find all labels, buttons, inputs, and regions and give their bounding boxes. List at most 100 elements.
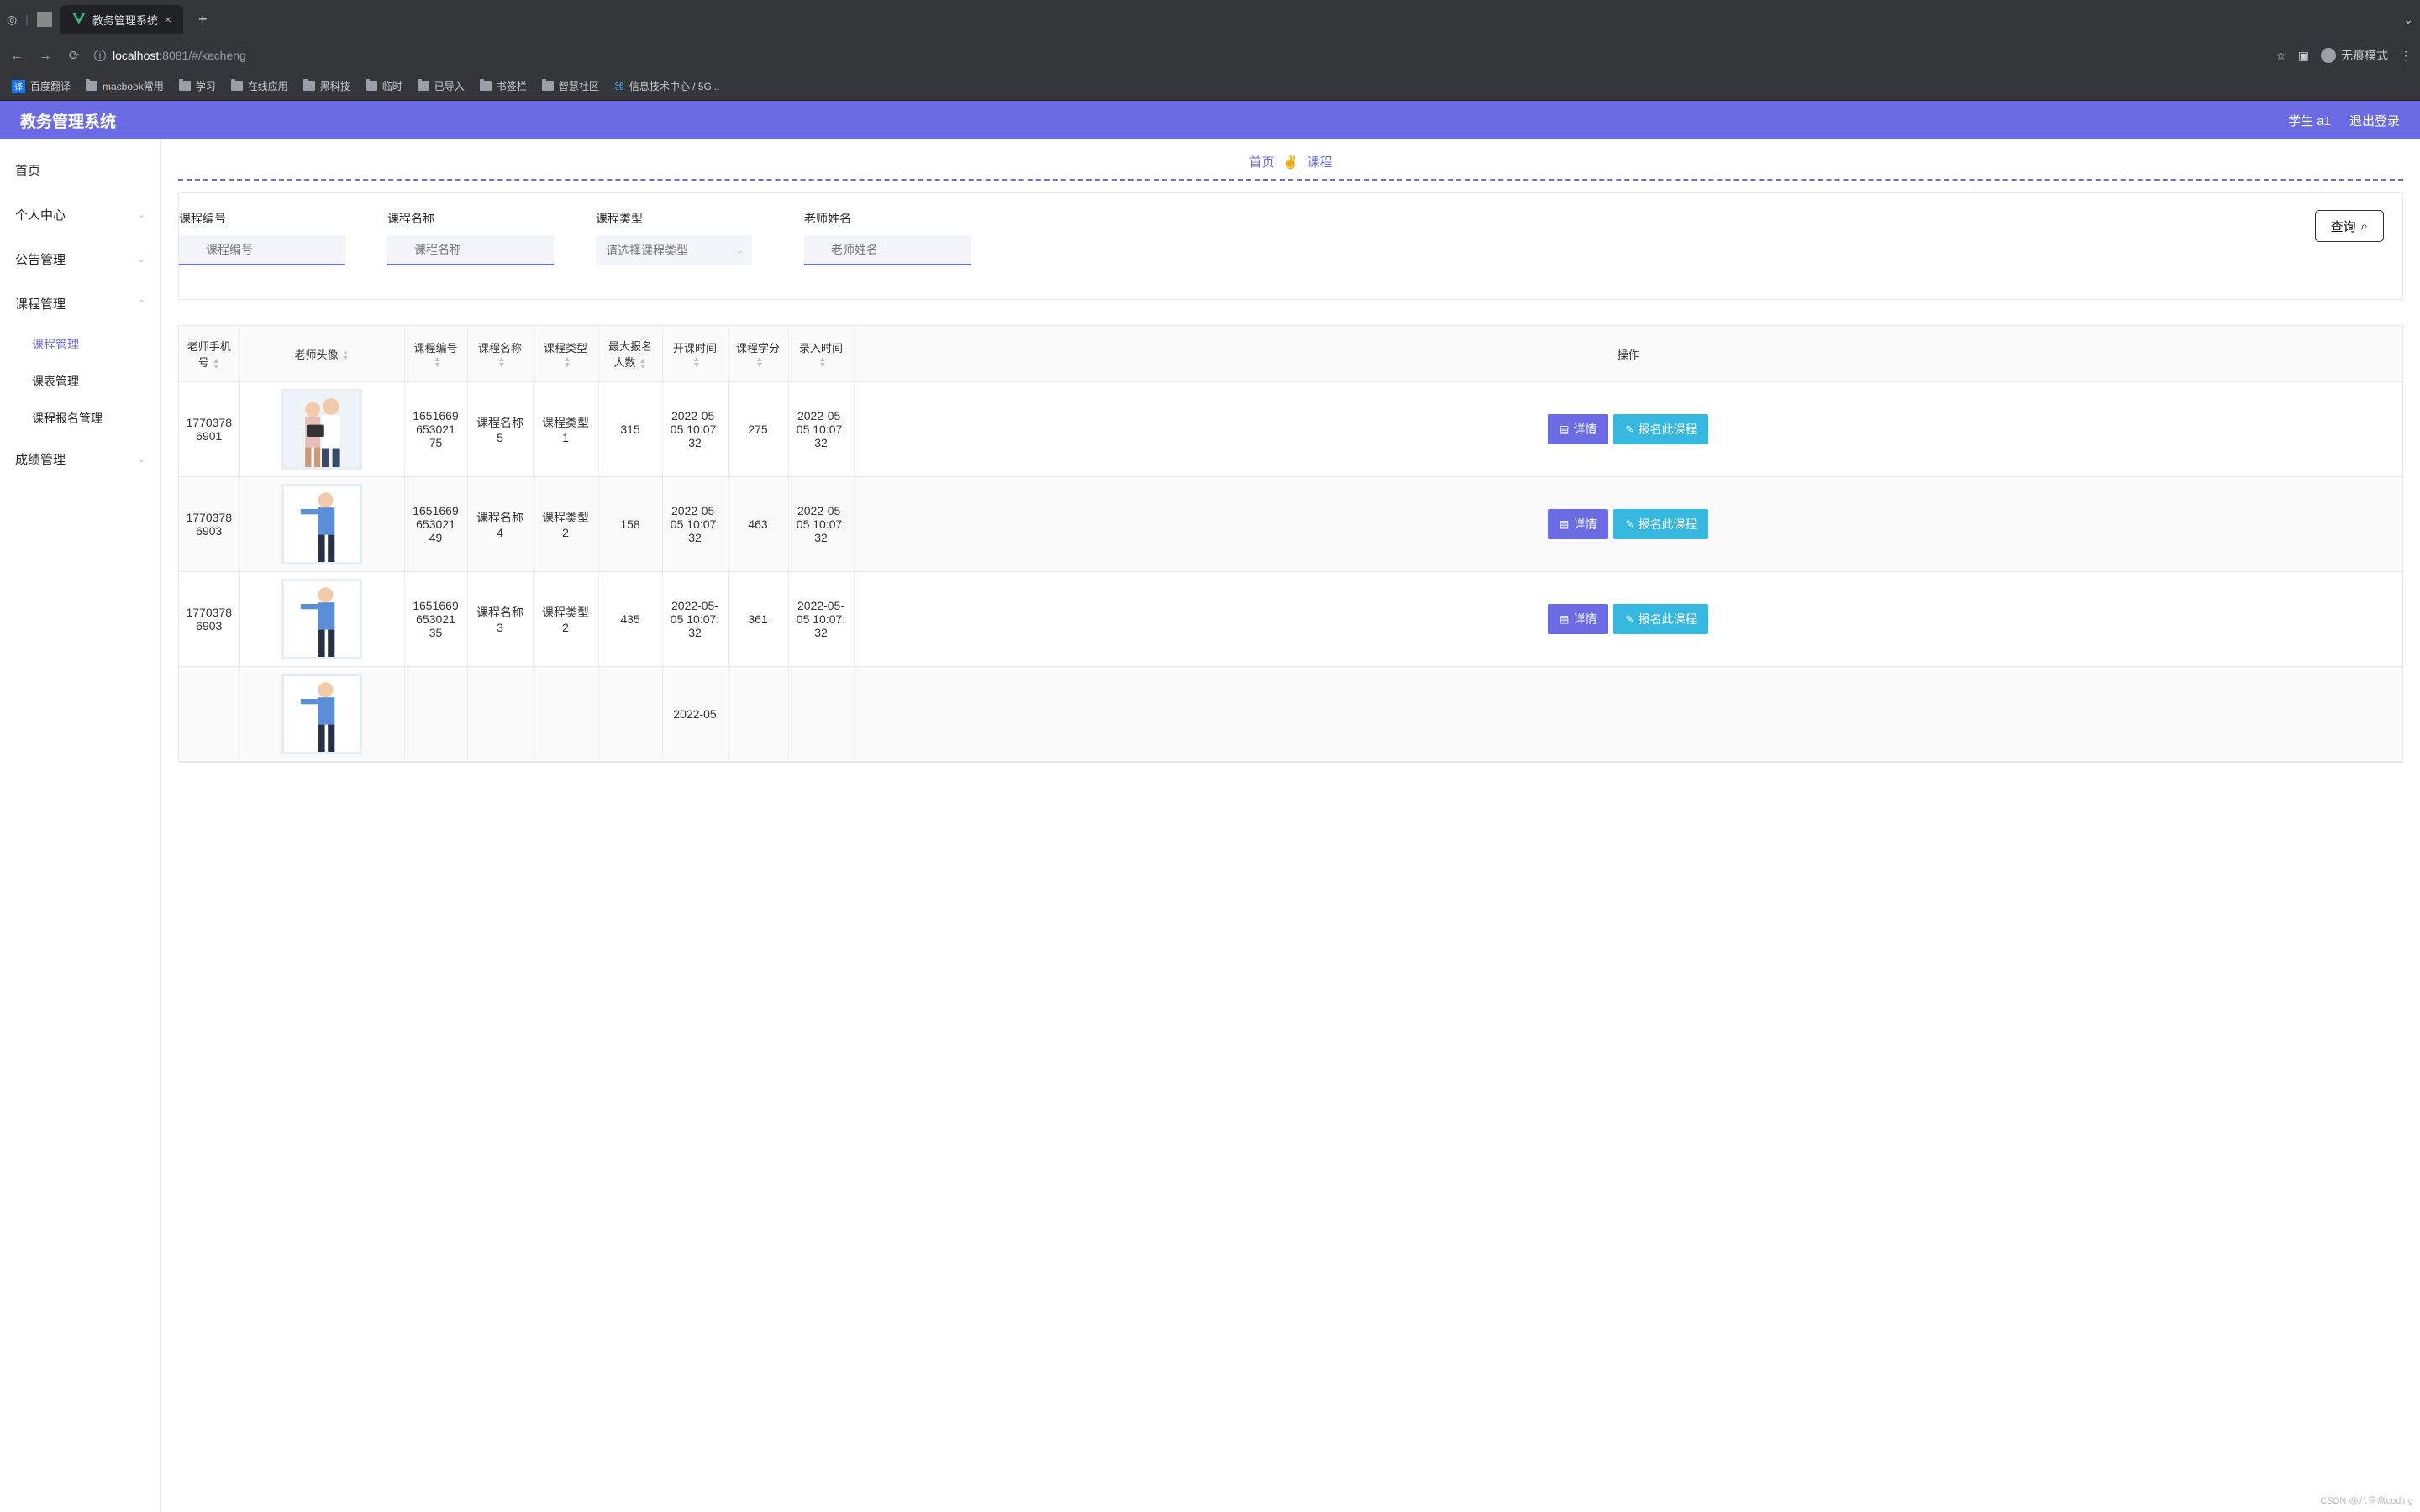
cell-name: 课程名称5 [467,382,533,477]
cell-phone: 17703786903 [179,477,239,572]
doc-icon: ▤ [1560,518,1569,530]
filter-code-input[interactable] [179,235,345,265]
forward-icon[interactable]: → [37,49,54,63]
cell-phone: 17703786901 [179,382,239,477]
cell-start: 2022-05-05 10:07:32 [662,477,728,572]
app-title: 教务管理系统 [20,109,116,132]
sidebar-item-notice[interactable]: 公告管理⌄ [0,237,160,281]
folder-icon [480,81,492,91]
detail-button[interactable]: ▤详情 [1548,509,1608,539]
bookmark-item[interactable]: 译百度翻译 [12,79,71,93]
th-name[interactable]: 课程名称 [467,326,533,382]
doc-icon: ▤ [1560,423,1569,435]
app-header: 教务管理系统 学生 a1 退出登录 [0,101,2420,139]
bookmark-item[interactable]: 书签栏 [480,79,527,93]
sort-icon [564,356,571,368]
cell-name: 课程名称4 [467,477,533,572]
reload-icon[interactable]: ⟳ [66,48,82,63]
th-avatar[interactable]: 老师头像 [239,326,404,382]
detail-button[interactable]: ▤详情 [1548,604,1608,634]
browser-tab[interactable]: 教务管理系统 × [60,5,183,34]
translate-icon: 译 [12,80,25,93]
filter-teacher-input[interactable] [804,235,971,265]
sort-icon [639,358,647,370]
divider-line [178,179,2403,181]
user-label[interactable]: 学生 a1 [2288,112,2331,129]
th-phone[interactable]: 老师手机号 [179,326,239,382]
course-table: 老师手机号 老师头像 课程编号 课程名称 课程类型 最大报名人数 开课时间 课程… [178,325,2403,763]
site-info-icon[interactable]: i [94,50,106,61]
cell-name: 课程名称3 [467,572,533,667]
url-bar[interactable]: i localhost:8081/#/kecheng [94,49,472,62]
edit-icon: ✎ [1625,613,1634,625]
main-content: 首页 ✌️ 课程 课程编号 ⌕ 课程名称 ⌕ [161,139,2420,1512]
cell-type: 课程类型2 [533,572,598,667]
edit-icon: ✎ [1625,518,1634,530]
back-icon[interactable]: ← [8,49,25,63]
cell-credit: 361 [728,572,788,667]
cell-start: 2022-05 [662,667,728,762]
sidebar-item-home[interactable]: 首页 [0,148,160,192]
folder-icon [86,81,97,91]
bookmark-item[interactable]: 临时 [366,79,402,93]
bookmark-item[interactable]: 学习 [179,79,216,93]
sidebar-item-personal[interactable]: 个人中心⌄ [0,192,160,237]
sidebar-sub-schedule[interactable]: 课表管理 [0,363,160,400]
bookmarks-bar: 译百度翻译 macbook常用 学习 在线应用 黑科技 临时 已导入 书签栏 智… [0,72,2420,101]
menu-icon[interactable]: ⋮ [2400,49,2412,63]
cell-code: 1651669653021 75 [404,382,467,477]
new-tab-button[interactable]: + [198,11,208,29]
filter-type-label: 课程类型 [596,210,797,227]
cell-type: 课程类型2 [533,477,598,572]
filter-type-select[interactable] [596,235,752,265]
bookmark-item[interactable]: 已导入 [418,79,465,93]
chevron-up-icon: ⌃ [138,298,145,309]
th-max[interactable]: 最大报名人数 [598,326,662,382]
th-type[interactable]: 课程类型 [533,326,598,382]
sidebar-sub-enroll[interactable]: 课程报名管理 [0,400,160,437]
bookmark-item[interactable]: 在线应用 [231,79,288,93]
browser-titlebar: ◎ | 教务管理系统 × + ⌄ [0,0,2420,39]
cell-max: 315 [598,382,662,477]
cell-start: 2022-05-05 10:07:32 [662,572,728,667]
browser-navbar: ← → ⟳ i localhost:8081/#/kecheng ☆ ▣ 无痕模… [0,39,2420,72]
cell-avatar [239,477,404,572]
bookmark-item[interactable]: 智慧社区 [542,79,599,93]
cell-phone: 17703786903 [179,572,239,667]
th-credit[interactable]: 课程学分 [728,326,788,382]
logout-link[interactable]: 退出登录 [2349,112,2400,129]
teacher-avatar [281,579,362,659]
bookmark-item[interactable]: 黑科技 [303,79,350,93]
cell-type: 课程类型1 [533,382,598,477]
filter-name-input[interactable] [387,235,554,265]
th-start[interactable]: 开课时间 [662,326,728,382]
tab-close-icon[interactable]: × [165,13,171,26]
th-entry[interactable]: 录入时间 [788,326,854,382]
cell-code: 1651669653021 35 [404,572,467,667]
folder-icon [366,81,377,91]
signup-button[interactable]: ✎报名此课程 [1613,604,1708,634]
breadcrumb-home[interactable]: 首页 [1249,155,1274,170]
detail-button[interactable]: ▤详情 [1548,414,1608,444]
th-code[interactable]: 课程编号 [404,326,467,382]
incognito-label: 无痕模式 [2341,47,2388,64]
bookmark-item[interactable]: ⌘信息技术中心 / 5G... [614,79,720,93]
sidebar-item-grade[interactable]: 成绩管理⌄ [0,437,160,481]
cell-credit: 463 [728,477,788,572]
signup-button[interactable]: ✎报名此课程 [1613,509,1708,539]
signup-button[interactable]: ✎报名此课程 [1613,414,1708,444]
sidebar-sub-course-manage[interactable]: 课程管理 [0,326,160,363]
query-button[interactable]: 查询 ⌕ [2315,210,2384,242]
cell-start: 2022-05-05 10:07:32 [662,382,728,477]
window-chevron-icon[interactable]: ⌄ [2403,13,2413,27]
sort-icon [498,356,506,368]
sidebar-item-course[interactable]: 课程管理⌃ [0,281,160,326]
star-icon[interactable]: ☆ [2275,49,2286,63]
panel-icon[interactable]: ▣ [2298,49,2309,63]
th-ops: 操作 [854,326,2402,382]
cell-ops: ▤详情✎报名此课程 [854,477,2402,572]
breadcrumb-current: 课程 [1307,155,1333,170]
filter-name-label: 课程名称 [387,210,589,227]
bookmark-item[interactable]: macbook常用 [86,79,164,93]
url-text: localhost:8081/#/kecheng [113,49,246,62]
